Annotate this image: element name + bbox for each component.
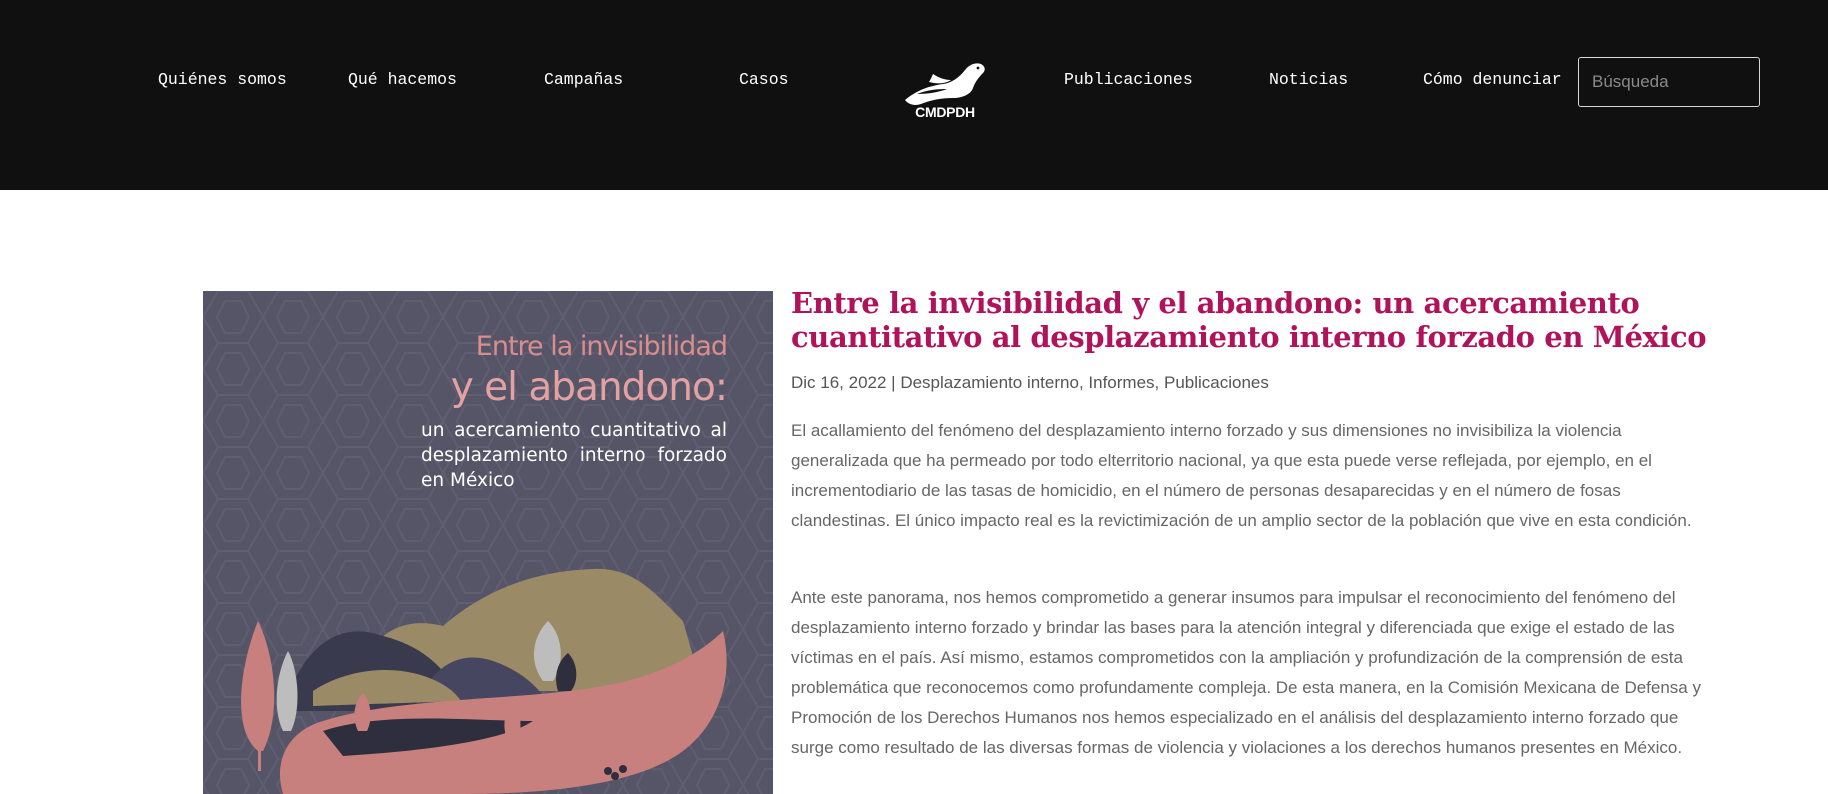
nav-item-noticias[interactable]: Noticias	[1269, 70, 1348, 94]
nav-item-como-denunciar[interactable]: Cómo denunciar	[1423, 70, 1562, 94]
nav-item-quienes-somos[interactable]: Quiénes somos	[158, 70, 287, 94]
meta-separator: |	[886, 373, 901, 392]
post-meta: Dic 16, 2022 | Desplazamiento interno, I…	[791, 373, 1269, 393]
category-separator: ,	[1154, 373, 1164, 392]
site-header: Quiénes somos Qué hacemos Campañas Casos…	[0, 0, 1828, 190]
category-link-informes[interactable]: Informes	[1088, 373, 1154, 392]
nav-item-publicaciones[interactable]: Publicaciones	[1064, 70, 1193, 94]
cover-title-line2: y el abandono:	[450, 365, 728, 410]
category-link-publicaciones[interactable]: Publicaciones	[1164, 373, 1269, 392]
publication-cover-image[interactable]: Entre la invisibilidad y el abandono: un…	[203, 291, 773, 794]
nav-item-campanas[interactable]: Campañas	[544, 70, 623, 94]
site-logo[interactable]: CMDPDH	[903, 60, 987, 126]
search-input[interactable]	[1578, 57, 1760, 107]
post-paragraph: Ante este panorama, nos hemos comprometi…	[791, 588, 1701, 757]
category-separator: ,	[1078, 373, 1089, 392]
logo-text: CMDPDH	[915, 104, 975, 120]
cover-title-line1: Entre la invisibilidad	[475, 331, 728, 362]
post-title[interactable]: Entre la invisibilidad y el abandono: un…	[791, 286, 1711, 354]
nav-item-casos[interactable]: Casos	[739, 70, 789, 94]
cover-subtitle: un acercamiento cuantitativo al desplaza…	[421, 420, 727, 491]
pelican-logo-icon	[905, 63, 985, 105]
nav-item-que-hacemos[interactable]: Qué hacemos	[348, 70, 457, 94]
post-paragraph: El acallamiento del fenómeno del desplaz…	[791, 421, 1692, 530]
post-date: Dic 16, 2022	[791, 373, 887, 392]
category-link-desplazamiento-interno[interactable]: Desplazamiento interno	[900, 373, 1079, 392]
